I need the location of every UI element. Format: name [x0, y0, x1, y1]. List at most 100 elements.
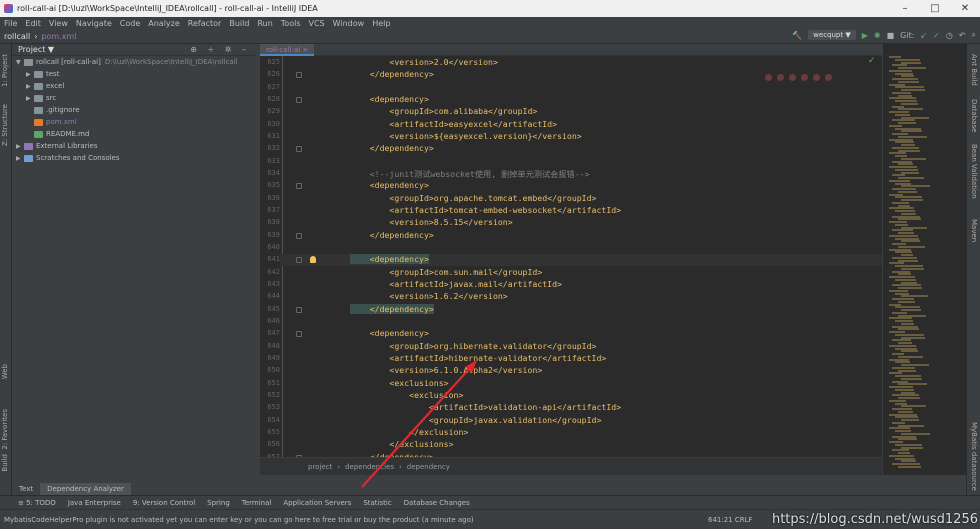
menu-edit[interactable]: Edit: [25, 19, 41, 28]
minimize-button[interactable]: –: [890, 0, 920, 17]
tool-window-button[interactable]: ≡ 5: TODO: [18, 499, 56, 507]
fold-icon[interactable]: [296, 96, 302, 103]
tree-item[interactable]: ▶ test: [12, 68, 256, 80]
lightbulb-icon[interactable]: [310, 256, 316, 264]
left-tab-2[interactable]: Web: [1, 364, 9, 379]
tool-window-button[interactable]: 9: Version Control: [133, 499, 195, 507]
tool-window-button[interactable]: Database Changes: [404, 499, 470, 507]
tree-item[interactable]: ▶ External Libraries: [12, 140, 256, 152]
maximize-button[interactable]: □: [920, 0, 950, 17]
left-tab-4[interactable]: Build: [1, 454, 9, 472]
left-tab-3[interactable]: 2: Favorites: [1, 409, 9, 450]
run-icon[interactable]: ▶: [862, 31, 868, 40]
stop-icon[interactable]: ■: [887, 31, 895, 40]
menu-refactor[interactable]: Refactor: [188, 19, 222, 28]
right-tab-2[interactable]: Bean Validation: [970, 144, 978, 199]
tree-item-label: excel: [46, 82, 65, 90]
search-icon[interactable]: ⌕: [972, 30, 976, 40]
fold-icon[interactable]: [296, 257, 302, 264]
left-tab-0[interactable]: 1: Project: [1, 54, 9, 87]
project-view-select[interactable]: Project ▼: [18, 45, 54, 54]
tree-item[interactable]: ▶ src: [12, 92, 256, 104]
expand-arrow-icon[interactable]: ▶: [26, 71, 34, 78]
fold-icon[interactable]: [296, 72, 302, 79]
code-editor[interactable]: roll-call-ai × 625 <version>2.0</version…: [260, 43, 882, 475]
tree-item[interactable]: .gitignore: [12, 104, 256, 116]
tree-item[interactable]: pom.xml: [12, 116, 256, 128]
line-number: 630: [267, 119, 280, 128]
tree-item[interactable]: ▼ rollcall [roll-call-ai] D:\luzl\WorkSpac…: [12, 56, 256, 68]
menu-run[interactable]: Run: [257, 19, 272, 28]
tool-window-button[interactable]: Spring: [207, 499, 230, 507]
breadcrumb-item[interactable]: project: [308, 463, 332, 471]
fold-icon[interactable]: [296, 146, 302, 153]
status-message[interactable]: MybatisCodeHelperPro plugin is not activ…: [4, 516, 474, 524]
code-line: <dependency>: [350, 180, 429, 190]
build-icon[interactable]: 🔨: [792, 31, 802, 40]
code-line: <version>1.6.2</version>: [350, 291, 507, 301]
menu-window[interactable]: Window: [333, 19, 365, 28]
nav-file[interactable]: pom.xml: [41, 32, 76, 41]
run-config-select[interactable]: wecqupt ▼: [808, 30, 856, 40]
fold-icon[interactable]: [296, 306, 302, 313]
tool-window-button[interactable]: Application Servers: [283, 499, 351, 507]
right-tab-1[interactable]: Database: [970, 99, 978, 132]
fold-icon[interactable]: [296, 331, 302, 338]
tree-item[interactable]: README.md: [12, 128, 256, 140]
code-text: <version>${easyexcel.version}</version>: [350, 130, 582, 141]
analysis-ok-icon: ✓: [868, 56, 876, 66]
editor-tab-dependency-analyzer[interactable]: Dependency Analyzer: [40, 483, 131, 495]
menu-code[interactable]: Code: [120, 19, 140, 28]
debug-icon[interactable]: ✱: [874, 31, 881, 40]
history-icon[interactable]: ◷: [946, 31, 953, 40]
tree-item[interactable]: ▶ excel: [12, 80, 256, 92]
code-line: <groupId>com.sun.mail</groupId>: [350, 267, 542, 277]
menu-build[interactable]: Build: [229, 19, 249, 28]
menu-navigate[interactable]: Navigate: [76, 19, 112, 28]
expand-arrow-icon[interactable]: ▶: [16, 155, 24, 162]
menu-analyze[interactable]: Analyze: [148, 19, 180, 28]
line-number: 651: [267, 378, 280, 387]
line-number: 655: [267, 427, 280, 436]
menu-tools[interactable]: Tools: [281, 19, 301, 28]
tool-window-button[interactable]: Java Enterprise: [68, 499, 121, 507]
expand-arrow-icon[interactable]: ▶: [16, 143, 24, 150]
rollback-icon[interactable]: ↶: [959, 31, 966, 40]
watermark: https://blog.csdn.net/wusd1256: [771, 512, 978, 527]
editor-tab-text[interactable]: Text: [12, 483, 40, 495]
line-number: 640: [267, 242, 280, 251]
menu-help[interactable]: Help: [372, 19, 390, 28]
breadcrumb-item[interactable]: dependencies: [345, 463, 394, 471]
expand-arrow-icon[interactable]: ▶: [26, 83, 34, 90]
expand-arrow-icon[interactable]: ▼: [16, 59, 24, 66]
tree-item-path: D:\luzl\WorkSpace\IntelliJ_IDEA\rollcall: [104, 58, 238, 66]
browser-icons[interactable]: [765, 74, 832, 81]
project-actions[interactable]: ⊕ ÷ ✲ –: [190, 45, 250, 54]
right-tab-0[interactable]: Ant Build: [970, 54, 978, 86]
git-update-icon[interactable]: ↙: [920, 31, 927, 40]
intellij-icon: [4, 4, 13, 13]
code-minimap[interactable]: [882, 44, 966, 475]
right-tab-4[interactable]: MyBatis datasource: [970, 422, 978, 491]
code-line: </dependency>: [350, 303, 434, 314]
code-line: <version>8.5.15</version>: [350, 217, 512, 227]
left-tab-1[interactable]: Z: Structure: [1, 104, 9, 146]
expand-arrow-icon[interactable]: ▶: [26, 95, 34, 102]
code-text: <dependency>: [350, 328, 429, 339]
editor-tab-pom[interactable]: roll-call-ai ×: [260, 43, 315, 56]
breadcrumb-item[interactable]: dependency: [407, 463, 450, 471]
tree-item[interactable]: ▶ Scratches and Consoles: [12, 152, 256, 164]
code-line: <groupId>javax.validation</groupId>: [350, 415, 602, 425]
caret-position[interactable]: 641:21 CRLF: [708, 516, 753, 524]
nav-project[interactable]: rollcall: [4, 32, 30, 41]
right-tab-3[interactable]: Maven: [970, 219, 978, 242]
tool-window-button[interactable]: Terminal: [242, 499, 272, 507]
menu-view[interactable]: View: [49, 19, 68, 28]
tool-window-button[interactable]: Statistic: [363, 499, 391, 507]
git-commit-icon[interactable]: ✓: [933, 31, 940, 40]
menu-vcs[interactable]: VCS: [309, 19, 325, 28]
fold-icon[interactable]: [296, 232, 302, 239]
close-button[interactable]: ✕: [950, 0, 980, 17]
fold-icon[interactable]: [296, 183, 302, 190]
menu-file[interactable]: File: [4, 19, 17, 28]
